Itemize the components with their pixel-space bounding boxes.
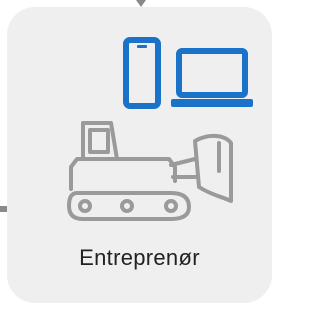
card-label: Entreprenør (79, 245, 200, 270)
entreprenor-card[interactable]: Entreprenør (7, 7, 272, 303)
connector-line-left (0, 206, 7, 212)
devices-icon (123, 37, 253, 109)
construction-machine-icon (67, 121, 233, 221)
card-stage: Entreprenør (0, 0, 272, 310)
